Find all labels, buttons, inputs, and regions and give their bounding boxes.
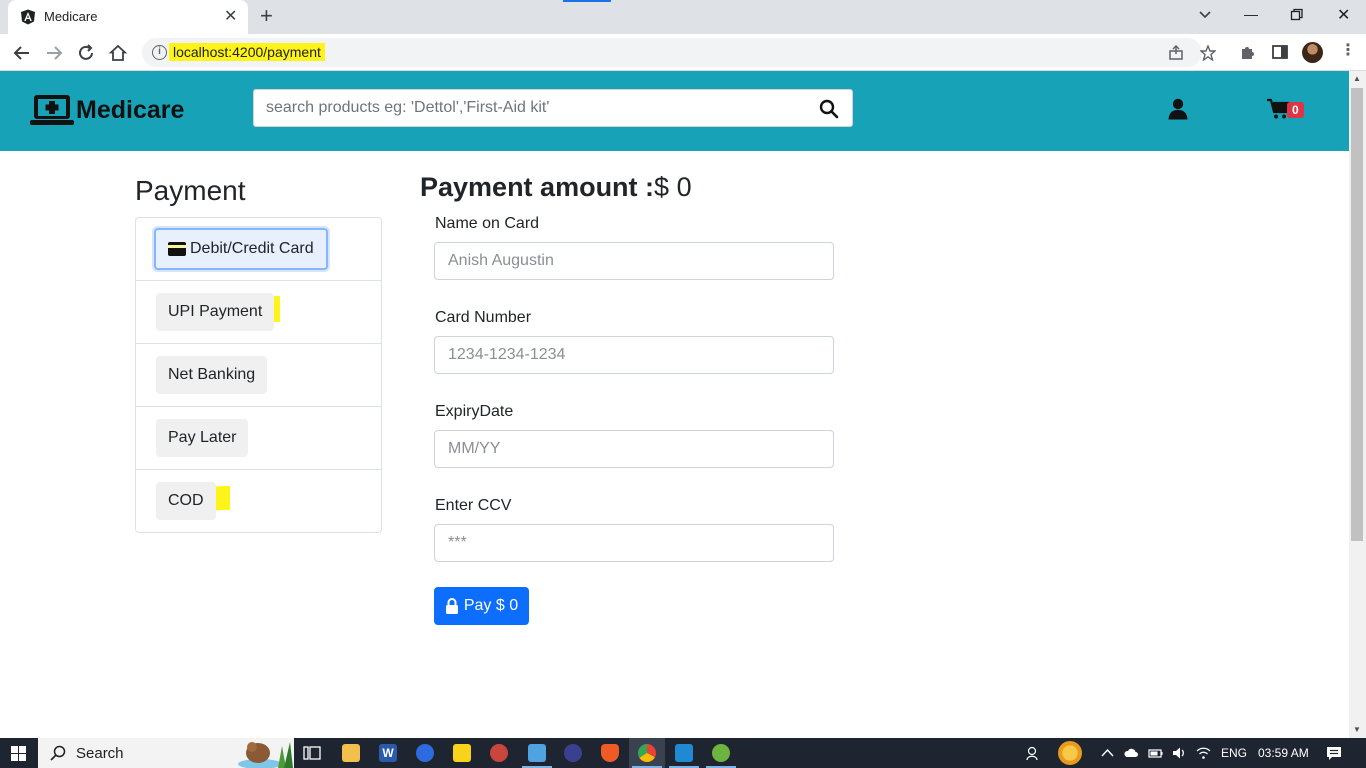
sticky-notes-icon[interactable]: [453, 744, 471, 762]
pay-button[interactable]: Pay $ 0: [434, 587, 529, 625]
payment-amount-label: Payment amount :: [420, 172, 655, 202]
pay-later-button[interactable]: Pay Later: [156, 419, 249, 457]
browser-toolbar: i localhost:4200/payment: [0, 34, 1366, 71]
app-icon[interactable]: [564, 744, 582, 762]
clock[interactable]: 03:59 AM: [1258, 746, 1309, 760]
address-url[interactable]: localhost:4200/payment: [169, 43, 325, 61]
brand-name: Medicare: [76, 95, 185, 124]
scroll-thumb[interactable]: [1351, 88, 1363, 541]
method-label: Pay Later: [168, 429, 237, 446]
payment-amount-value: $ 0: [654, 172, 692, 202]
expiry-date-input[interactable]: [434, 430, 834, 468]
payment-method-card: Debit/Credit Card: [136, 218, 381, 281]
new-tab-icon[interactable]: +: [260, 5, 273, 27]
search-icon[interactable]: [819, 99, 839, 119]
page-scrollbar[interactable]: ▲ ▼: [1349, 71, 1366, 738]
search-highlight-art-icon: [238, 742, 293, 768]
net-banking-button[interactable]: Net Banking: [156, 356, 268, 394]
reload-icon[interactable]: [76, 43, 96, 63]
vscode-icon[interactable]: [675, 744, 693, 762]
forward-arrow-icon[interactable]: [44, 43, 64, 63]
tab-search-chevron-icon[interactable]: [1198, 8, 1212, 22]
word-icon[interactable]: W: [379, 744, 397, 762]
lock-icon: [445, 598, 458, 614]
browser-tab[interactable]: Medicare ✕: [8, 0, 248, 34]
payment-amount-heading: Payment amount :$ 0: [420, 172, 692, 203]
browser-menu-icon[interactable]: ⋮: [1340, 41, 1356, 61]
browser-tab-strip: Medicare ✕ + — ✕: [0, 0, 1366, 34]
spring-tool-icon[interactable]: [712, 744, 730, 762]
extensions-puzzle-icon[interactable]: [1239, 43, 1257, 61]
cod-button[interactable]: COD: [156, 482, 216, 520]
card-number-input[interactable]: [434, 336, 834, 374]
taskbar-search[interactable]: Search: [38, 738, 294, 768]
ccv-input[interactable]: [434, 524, 834, 562]
chrome-icon[interactable]: [638, 744, 656, 762]
taskbar-search-label: Search: [76, 745, 124, 762]
close-window-icon[interactable]: ✕: [1337, 5, 1350, 25]
tab-close-icon[interactable]: ✕: [224, 8, 237, 26]
search-icon: [50, 745, 66, 761]
share-icon[interactable]: [1168, 45, 1184, 61]
method-label: Debit/Credit Card: [190, 240, 314, 257]
side-panel-icon[interactable]: [1271, 43, 1289, 61]
name-on-card-label: Name on Card: [435, 215, 540, 232]
back-arrow-icon[interactable]: [12, 43, 32, 63]
method-label: Net Banking: [168, 366, 256, 383]
method-label: COD: [168, 492, 204, 509]
profile-avatar[interactable]: [1302, 42, 1323, 63]
scroll-down-icon[interactable]: ▼: [1353, 725, 1361, 734]
onedrive-cloud-icon[interactable]: [1124, 746, 1139, 760]
site-info-icon[interactable]: i: [152, 45, 167, 60]
windows-taskbar: Search W ENG 03:59 AM: [0, 738, 1366, 768]
pay-button-label: Pay $ 0: [463, 597, 519, 614]
ccv-label: Enter CCV: [435, 497, 512, 514]
task-view-icon[interactable]: [303, 744, 321, 762]
brave-icon[interactable]: [601, 744, 619, 762]
credit-card-icon: [168, 242, 186, 256]
minimize-icon[interactable]: —: [1244, 6, 1258, 22]
product-search: [253, 89, 853, 127]
address-bar[interactable]: i localhost:4200/payment: [142, 38, 1216, 67]
tab-title: Medicare: [44, 9, 98, 24]
upi-payment-button[interactable]: UPI Payment: [156, 293, 275, 331]
battery-icon[interactable]: [1148, 746, 1163, 760]
payment-method-upi: UPI Payment: [136, 281, 381, 344]
angular-favicon-icon: [21, 9, 35, 25]
brand-logo[interactable]: Medicare: [30, 93, 184, 127]
notifications-icon[interactable]: [1326, 745, 1342, 761]
windows-start-icon[interactable]: [11, 746, 26, 761]
show-hidden-icons-chevron-icon[interactable]: [1100, 746, 1115, 760]
people-search-icon[interactable]: [1026, 746, 1041, 760]
tab-indicator: [563, 0, 611, 2]
bookmark-star-icon[interactable]: [1200, 45, 1216, 61]
expiry-date-label: ExpiryDate: [435, 403, 514, 420]
language-indicator[interactable]: ENG: [1221, 746, 1247, 760]
cart[interactable]: 0: [1266, 98, 1306, 122]
name-on-card-input[interactable]: [434, 242, 834, 280]
restore-icon[interactable]: [1290, 8, 1304, 22]
user-icon[interactable]: [1168, 98, 1188, 120]
site-header: Medicare 0: [0, 71, 1349, 151]
payment-heading: Payment: [135, 175, 246, 206]
zoom-icon[interactable]: [416, 744, 434, 762]
payment-method-cod: COD: [136, 470, 381, 533]
medical-laptop-icon: [30, 95, 74, 125]
debit-credit-card-button[interactable]: Debit/Credit Card: [154, 228, 328, 270]
method-label: UPI Payment: [168, 303, 263, 320]
home-icon[interactable]: [108, 43, 128, 63]
payment-method-list: Debit/Credit Card UPI Payment Net Bankin…: [135, 217, 382, 533]
file-explorer-icon[interactable]: [342, 744, 360, 762]
scroll-up-icon[interactable]: ▲: [1353, 74, 1361, 83]
payment-method-netbanking: Net Banking: [136, 344, 381, 407]
app-icon[interactable]: [490, 744, 508, 762]
search-input[interactable]: [254, 90, 804, 126]
weather-sun-icon[interactable]: [1058, 741, 1082, 765]
cart-count-badge: 0: [1287, 102, 1304, 118]
payment-method-paylater: Pay Later: [136, 407, 381, 470]
volume-icon[interactable]: [1172, 746, 1187, 760]
notepad-icon[interactable]: [528, 744, 546, 762]
wifi-icon[interactable]: [1196, 746, 1211, 760]
card-number-label: Card Number: [435, 309, 532, 326]
